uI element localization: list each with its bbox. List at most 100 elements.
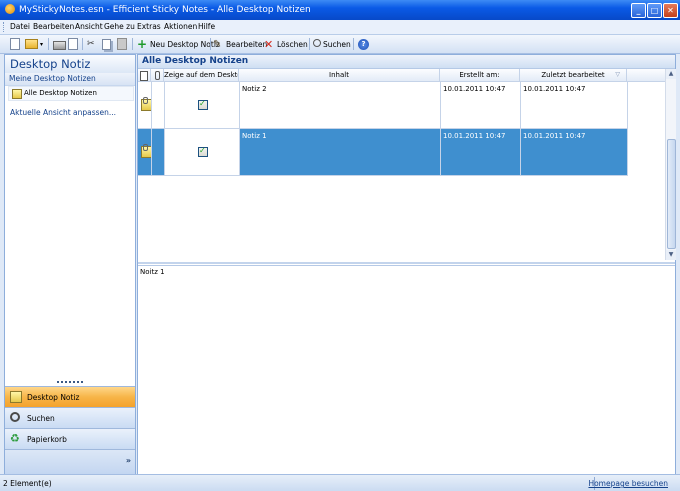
toolbar-separator <box>353 38 354 50</box>
plus-icon: + <box>137 36 148 51</box>
scroll-down-arrow-icon[interactable]: ▼ <box>666 250 676 260</box>
row-modified-cell: 10.01.2011 10:47 <box>521 129 628 176</box>
delete-label: Löschen <box>277 39 308 49</box>
menu-extras[interactable]: Extras <box>137 22 161 31</box>
table-row[interactable]: Notiz 2 10.01.2011 10:47 10.01.2011 10:4… <box>138 82 628 129</box>
menu-gehe-zu[interactable]: Gehe zu <box>104 22 135 31</box>
column-header-modified-label: Zuletzt bearbeitet <box>541 71 605 79</box>
configure-buttons-chevron-icon[interactable]: » <box>126 456 131 465</box>
nav-button-recycle-bin[interactable]: ♻ Papierkorb <box>5 428 135 449</box>
sort-descending-icon: ▽ <box>615 71 620 78</box>
toolbar: ▾ ✂ + Neu Desktop Notiz ✎ Bearbeiten ✕ L… <box>0 35 680 54</box>
column-header-attachment[interactable] <box>151 69 164 81</box>
row-content-cell: Notiz 1 <box>240 129 441 176</box>
menu-bar: Datei Bearbeiten Ansicht Gehe zu Extras … <box>0 20 680 35</box>
copy-icon <box>102 38 111 50</box>
note-preview-text: Noitz 1 <box>140 268 165 276</box>
document-icon <box>140 71 148 81</box>
minimize-button[interactable]: _ <box>631 3 646 18</box>
nav-button-label: Papierkorb <box>27 435 67 444</box>
note-preview-pane[interactable]: Noitz 1 <box>138 265 675 474</box>
title-bar: MyStickyNotes.esn - Efficient Sticky Not… <box>0 0 680 20</box>
sticky-note-icon <box>10 391 22 403</box>
row-icon-cell <box>138 129 152 176</box>
menu-aktionen[interactable]: Aktionen <box>164 22 197 31</box>
print-icon <box>53 40 66 50</box>
new-note-button[interactable]: + Neu Desktop Notiz <box>137 37 220 51</box>
paperclip-icon <box>154 71 160 80</box>
table-row-selected[interactable]: Notiz 1 10.01.2011 10:47 10.01.2011 10:4… <box>138 129 628 176</box>
homepage-link[interactable]: Homepage besuchen <box>588 479 668 488</box>
nav-button-label: Suchen <box>27 414 55 423</box>
column-header-show-on-desktop[interactable]: Zeige auf dem Desktop <box>164 69 239 81</box>
scrollbar-thumb[interactable] <box>667 139 676 249</box>
folder-icon <box>25 39 38 49</box>
edit-button[interactable]: ✎ Bearbeiten <box>213 37 267 51</box>
app-icon[interactable] <box>5 4 15 14</box>
splitter-grip[interactable] <box>57 381 83 385</box>
folder-item-label: Alle Desktop Notizen <box>24 89 97 97</box>
print-preview-icon <box>68 38 78 50</box>
search-label: Suchen <box>323 39 351 49</box>
help-icon: ? <box>358 38 369 50</box>
note-modified: 10.01.2011 10:47 <box>523 85 586 93</box>
nav-button-label: Desktop Notiz <box>27 393 80 402</box>
column-header-content[interactable]: Inhalt <box>239 69 440 81</box>
toolbar-separator <box>82 38 83 50</box>
sticky-note-icon <box>12 89 22 99</box>
dropdown-arrow-icon: ▾ <box>40 40 44 48</box>
print-preview-button[interactable] <box>68 37 80 51</box>
vertical-scrollbar[interactable]: ▲ ▼ <box>665 69 676 260</box>
nav-button-desktop-notes[interactable]: Desktop Notiz <box>5 386 135 407</box>
search-button[interactable]: Suchen <box>313 37 351 51</box>
nav-button-search[interactable]: Suchen <box>5 407 135 428</box>
paste-button[interactable] <box>117 37 129 51</box>
cut-button[interactable]: ✂ <box>87 37 100 51</box>
search-icon <box>313 39 321 47</box>
recycle-bin-icon: ♻ <box>10 432 20 445</box>
maximize-button[interactable]: □ <box>647 3 662 18</box>
folder-group-label: Meine Desktop Notizen <box>9 74 96 83</box>
folder-item-all-notes[interactable]: Alle Desktop Notizen <box>8 86 134 101</box>
content-pane: Alle Desktop Notizen Zeige auf dem Deskt… <box>137 54 676 474</box>
note-created: 10.01.2011 10:47 <box>443 132 506 140</box>
menu-ansicht[interactable]: Ansicht <box>75 22 103 31</box>
menu-hilfe[interactable]: Hilfe <box>198 22 215 31</box>
window-title: MyStickyNotes.esn - Efficient Sticky Not… <box>19 5 311 15</box>
menu-bearbeiten[interactable]: Bearbeiten <box>33 22 74 31</box>
customize-view-link[interactable]: Aktuelle Ansicht anpassen... <box>10 108 116 117</box>
delete-button[interactable]: ✕ Löschen <box>264 37 308 51</box>
note-content: Notiz 2 <box>242 85 267 93</box>
column-header-icon[interactable] <box>138 69 151 81</box>
edit-label: Bearbeiten <box>226 39 268 49</box>
row-show-on-desktop-cell <box>165 82 240 129</box>
menu-datei[interactable]: Datei <box>10 22 30 31</box>
copy-button[interactable] <box>102 37 113 51</box>
row-created-cell: 10.01.2011 10:47 <box>441 129 521 176</box>
content-pane-title: Alle Desktop Notizen <box>142 56 249 66</box>
row-attachment-cell <box>152 82 165 129</box>
row-modified-cell: 10.01.2011 10:47 <box>521 82 628 129</box>
close-button[interactable]: ✕ <box>663 3 678 18</box>
notes-table: Zeige auf dem Desktop Inhalt Erstellt am… <box>138 69 676 264</box>
note-content: Notiz 1 <box>242 132 267 140</box>
row-show-on-desktop-cell <box>165 129 240 176</box>
content-pane-header: Alle Desktop Notizen <box>138 55 675 69</box>
open-button[interactable]: ▾ <box>25 37 43 51</box>
new-file-icon <box>10 38 20 50</box>
row-icon-cell <box>138 82 152 129</box>
print-button[interactable] <box>53 37 68 51</box>
column-header-modified[interactable]: Zuletzt bearbeitet ▽ <box>520 69 627 81</box>
help-button[interactable]: ? <box>358 37 371 51</box>
new-file-button[interactable] <box>10 37 22 51</box>
show-on-desktop-checkbox[interactable] <box>198 99 208 110</box>
menu-grip[interactable] <box>3 22 6 32</box>
item-count: 2 Element(e) <box>3 479 52 488</box>
sticky-note-icon <box>141 97 151 111</box>
note-created: 10.01.2011 10:47 <box>443 85 506 93</box>
scroll-up-arrow-icon[interactable]: ▲ <box>666 69 676 79</box>
toolbar-separator <box>132 38 133 50</box>
folder-group-header: Meine Desktop Notizen <box>5 73 135 86</box>
column-header-created[interactable]: Erstellt am: <box>440 69 520 81</box>
show-on-desktop-checkbox[interactable] <box>198 146 208 157</box>
